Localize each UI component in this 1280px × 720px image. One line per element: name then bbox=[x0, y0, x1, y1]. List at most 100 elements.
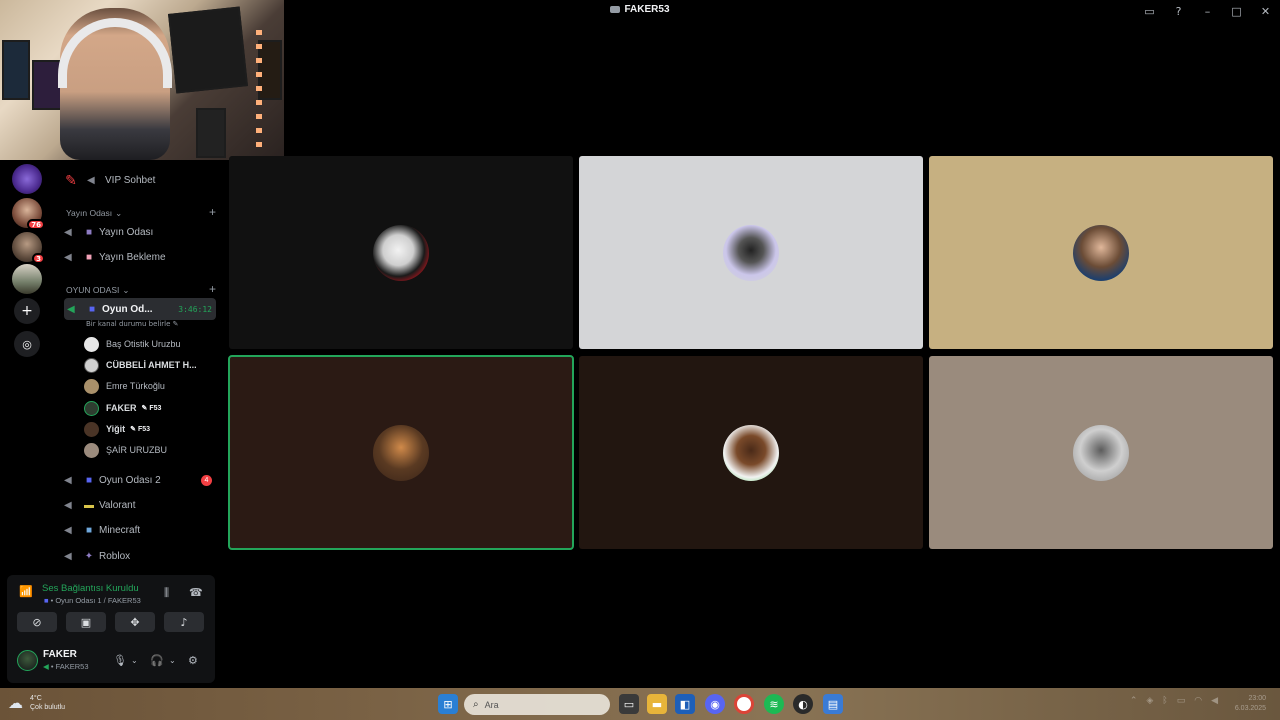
add-server-icon[interactable]: + bbox=[14, 298, 40, 324]
task-view-icon[interactable]: ▭ bbox=[619, 694, 639, 714]
speaker-icon: ◀ bbox=[64, 524, 72, 536]
channel-yayin-bekleme[interactable]: ◀ ■ Yayın Bekleme bbox=[64, 246, 216, 268]
video-tile[interactable] bbox=[929, 356, 1273, 549]
member-name: Emre Türkoğlu bbox=[106, 381, 165, 391]
video-tile[interactable] bbox=[579, 156, 923, 349]
channel-roblox[interactable]: ◀ ✦ Roblox bbox=[64, 545, 216, 567]
chevron-down-icon[interactable]: ⌄ bbox=[131, 656, 138, 665]
voice-member[interactable]: FAKER ✎ F53 bbox=[84, 399, 216, 417]
screen-share-button[interactable]: ▣ bbox=[66, 612, 106, 632]
close-button[interactable]: ✕ bbox=[1251, 0, 1280, 22]
category-label: OYUN ODASI bbox=[66, 285, 120, 295]
maximize-button[interactable]: □ bbox=[1222, 0, 1251, 22]
search-placeholder: Ara bbox=[484, 699, 499, 710]
video-tile-speaking[interactable] bbox=[228, 355, 574, 550]
valorant-icon: ▬ bbox=[84, 499, 94, 511]
taskbar-clock[interactable]: 23:00 6.03.2025 bbox=[1235, 694, 1266, 714]
chevron-down-icon[interactable]: ⌄ bbox=[169, 656, 176, 665]
voice-member[interactable]: Emre Türkoğlu bbox=[84, 377, 216, 395]
chevron-up-icon[interactable]: ⌃ bbox=[1130, 696, 1138, 706]
server-badge: 3 bbox=[32, 253, 45, 264]
server-icon-2[interactable]: 3 bbox=[12, 232, 45, 264]
discover-icon[interactable]: ◎ bbox=[14, 331, 40, 357]
microphone-icon[interactable]: 🎙 bbox=[113, 654, 127, 667]
weather-cloud-icon[interactable]: ☁ bbox=[8, 694, 30, 714]
weather-desc: Çok bulutlu bbox=[30, 704, 66, 711]
disconnect-icon[interactable]: ☎ bbox=[189, 586, 203, 599]
display-icon[interactable]: ▭ bbox=[1177, 696, 1186, 706]
soundboard-button[interactable]: ♪ bbox=[164, 612, 204, 632]
noise-suppression-icon[interactable]: ⫼ bbox=[164, 586, 169, 600]
channel-label: Oyun Od... bbox=[102, 303, 153, 315]
camera-off-icon: ⊘ bbox=[32, 615, 42, 629]
member-name: CÜBBELİ AHMET H... bbox=[106, 360, 197, 370]
discord-icon[interactable]: ◉ bbox=[705, 694, 725, 714]
chrome-icon[interactable] bbox=[734, 694, 754, 714]
status-text: Bir kanal durumu belirle bbox=[86, 320, 171, 328]
camera-button[interactable]: ⊘ bbox=[17, 612, 57, 632]
add-channel-icon[interactable]: + bbox=[209, 206, 216, 219]
speaker-icon: ◀ bbox=[64, 499, 72, 511]
voice-member[interactable]: Yiğit ✎ F53 bbox=[84, 420, 216, 438]
weather-temp: 4°C bbox=[30, 695, 42, 702]
video-tile[interactable] bbox=[229, 156, 573, 349]
volume-icon[interactable]: ◀ bbox=[1211, 696, 1218, 706]
server-icon-1[interactable]: 76 bbox=[12, 198, 45, 230]
member-name: FAKER bbox=[106, 403, 137, 413]
channel-label: Roblox bbox=[99, 550, 131, 562]
channel-yayin-odasi[interactable]: ◀ ■ Yayın Odası bbox=[64, 221, 216, 243]
steam-icon[interactable]: ◐ bbox=[793, 694, 813, 714]
server-icon-home[interactable] bbox=[12, 164, 42, 194]
avatar[interactable] bbox=[17, 650, 38, 671]
video-tile[interactable] bbox=[929, 156, 1273, 349]
weather-widget[interactable]: 4°C Çok bulutlu bbox=[30, 694, 65, 712]
avatar bbox=[84, 442, 99, 458]
voice-member[interactable]: ŞAİR URUZBU bbox=[84, 441, 216, 459]
signal-icon[interactable]: 📶 bbox=[19, 585, 35, 601]
minimize-button[interactable]: – bbox=[1193, 0, 1222, 22]
help-icon[interactable]: ? bbox=[1164, 0, 1193, 22]
photos-icon[interactable]: ▤ bbox=[823, 694, 843, 714]
channel-vip-sohbet[interactable]: ✎ ◀ VIP Sohbet bbox=[64, 169, 216, 191]
member-name: Yiğit bbox=[106, 424, 126, 434]
voice-status[interactable]: Ses Bağlantısı Kuruldu bbox=[42, 583, 139, 594]
game-icon: ■ bbox=[44, 596, 49, 605]
channel-status[interactable]: Bir kanal durumu belirle ✎ bbox=[86, 320, 179, 328]
avatar bbox=[84, 421, 99, 437]
network-icon[interactable]: ◈ bbox=[1146, 696, 1153, 706]
channel-valorant[interactable]: ◀ ▬ Valorant bbox=[64, 494, 216, 516]
channel-list: ✎ ◀ VIP Sohbet Yayın Odası ⌄ + ◀ ■ Yayın … bbox=[56, 160, 221, 575]
add-channel-icon[interactable]: + bbox=[209, 283, 216, 296]
inbox-icon[interactable]: ▭ bbox=[1135, 0, 1164, 22]
file-explorer-icon[interactable]: ▬ bbox=[647, 694, 667, 714]
spotify-icon[interactable]: ≋ bbox=[764, 694, 784, 714]
wifi-icon[interactable]: ◠ bbox=[1194, 696, 1202, 706]
store-icon[interactable]: ◧ bbox=[675, 694, 695, 714]
avatar bbox=[84, 336, 99, 352]
settings-gear-icon[interactable]: ⚙ bbox=[188, 654, 198, 667]
call-timer: 3:46:12 bbox=[178, 304, 212, 314]
clan-tag-text: F53 bbox=[149, 405, 162, 412]
minecraft-icon: ■ bbox=[85, 524, 93, 536]
voice-member[interactable]: Baş Otistik Uruzbu bbox=[84, 335, 216, 353]
channel-oyun-odasi-2[interactable]: ◀ ■ Oyun Odası 2 4 bbox=[64, 469, 216, 491]
clock-time: 23:00 bbox=[1248, 695, 1266, 702]
channel-minecraft[interactable]: ◀ ■ Minecraft bbox=[64, 519, 216, 541]
speaker-icon: ◀ bbox=[67, 303, 75, 315]
category-oyun-odasi[interactable]: OYUN ODASI ⌄ + bbox=[66, 283, 216, 296]
channel-label: Oyun Odası 2 bbox=[99, 474, 161, 486]
server-list: 76 3 + ◎ bbox=[0, 160, 54, 575]
server-icon-3[interactable] bbox=[12, 264, 42, 294]
user-name: FAKER bbox=[43, 649, 77, 660]
server-icon bbox=[610, 5, 621, 13]
system-tray: ⌃ ◈ ᛒ ▭ ◠ ◀ bbox=[1130, 696, 1218, 706]
headphones-icon[interactable]: 🎧 bbox=[150, 654, 164, 667]
category-yayin-odasi[interactable]: Yayın Odası ⌄ + bbox=[66, 206, 216, 219]
windows-start-icon[interactable]: ⊞ bbox=[438, 694, 458, 714]
activities-button[interactable]: ✥ bbox=[115, 612, 155, 632]
voice-member[interactable]: CÜBBELİ AHMET H... bbox=[84, 356, 216, 374]
channel-oyun-odasi-1[interactable]: ◀ ■ Oyun Od... 3:46:12 bbox=[64, 298, 216, 320]
taskbar-search[interactable]: ⌕ Ara bbox=[464, 694, 610, 715]
bluetooth-icon[interactable]: ᛒ bbox=[1162, 696, 1167, 706]
video-tile[interactable] bbox=[579, 356, 923, 549]
